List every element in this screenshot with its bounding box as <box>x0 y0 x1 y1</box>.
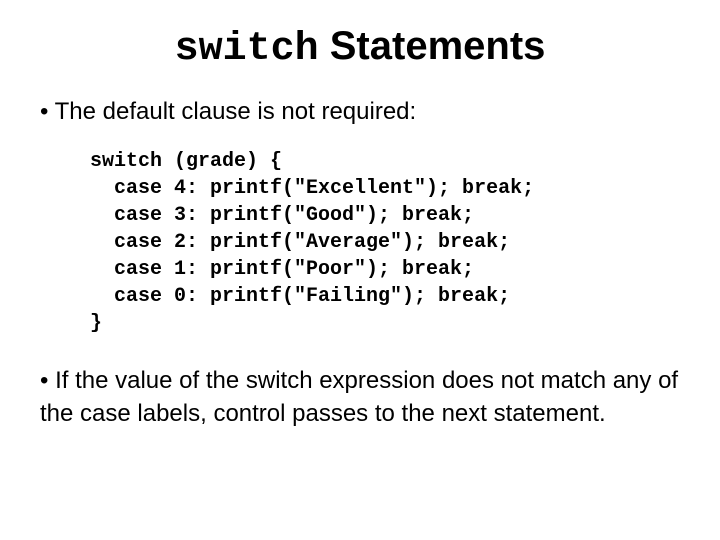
code-example: switch (grade) { case 4: printf("Excelle… <box>90 148 680 337</box>
bullet-point-1: • The default clause is not required: <box>40 96 680 128</box>
title-rest: Statements <box>319 24 546 68</box>
title-keyword: switch <box>175 27 319 72</box>
bullet-point-2: • If the value of the switch expression … <box>40 365 680 430</box>
slide-title: switch Statements <box>40 24 680 72</box>
